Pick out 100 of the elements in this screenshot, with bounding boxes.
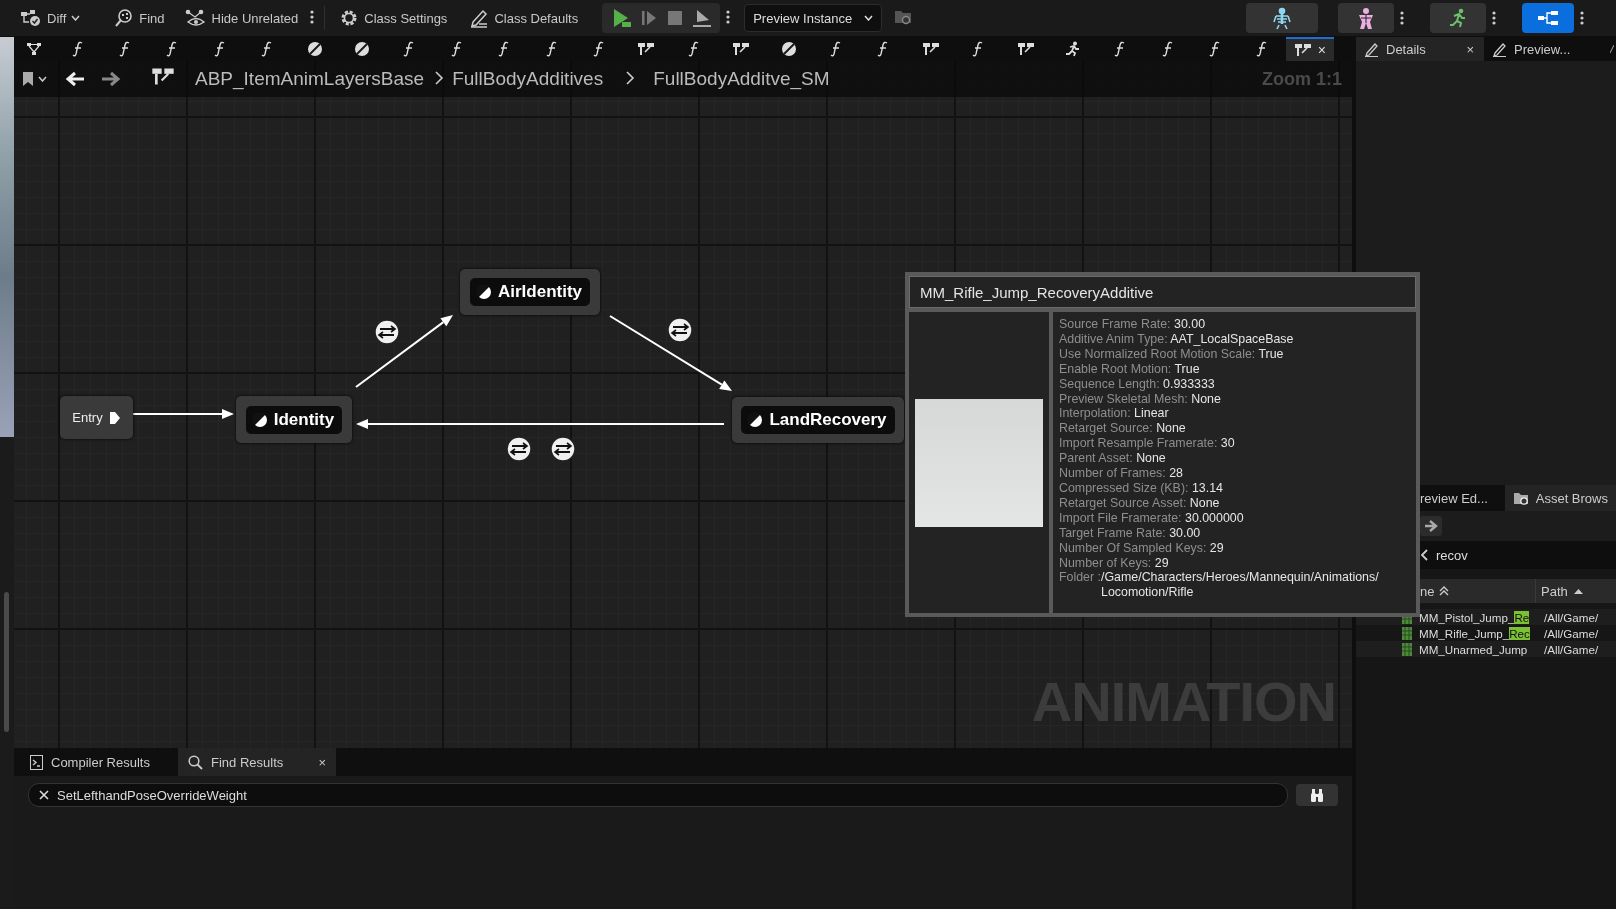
stop-icon[interactable] [666, 9, 685, 27]
state-node[interactable]: LandRecovery [732, 397, 904, 443]
breadcrumb-link[interactable]: FullBodyAdditve_SM [653, 68, 830, 90]
property-line: Retarget Source Asset: None [1059, 495, 1221, 511]
state-node[interactable]: AirIdentity [460, 269, 600, 315]
back-button[interactable] [65, 71, 85, 87]
graph-tab[interactable]: × [1286, 37, 1334, 61]
state-node[interactable]: Identity [236, 396, 352, 443]
more-icon[interactable] [1580, 11, 1584, 25]
property-line: Sequence Length: 0.933333 [1059, 376, 1216, 392]
pencil-icon [1364, 41, 1379, 57]
state-machine-icon [921, 42, 940, 56]
class-settings-button[interactable]: Class Settings [335, 4, 452, 32]
entry-node[interactable]: Entry [60, 396, 133, 439]
transition-icon[interactable] [506, 436, 532, 462]
function-icon [498, 41, 511, 57]
column-header[interactable]: Path [1541, 583, 1568, 599]
folder-search-icon [1512, 490, 1529, 506]
class-defaults-button[interactable]: Class Defaults [465, 4, 583, 32]
function-icon [261, 41, 274, 57]
function-icon [213, 41, 226, 57]
panel-tab[interactable]: Preview... [1484, 37, 1581, 61]
more-icon[interactable] [1400, 11, 1404, 25]
function-icon [1209, 41, 1222, 57]
caret-icon [38, 76, 47, 82]
chevron-icon [625, 71, 636, 85]
close-icon[interactable]: × [1317, 42, 1326, 58]
animation-file-icon [1402, 626, 1412, 640]
hide-unrelated-button[interactable]: Hide Unrelated [180, 4, 303, 32]
skeleton-icon [1272, 7, 1292, 29]
running-figure-icon [1448, 8, 1468, 28]
state-machine-icon [1293, 43, 1312, 57]
skeleton-mode-button[interactable] [1246, 3, 1318, 33]
function-icon [545, 41, 558, 57]
chevron-left-icon[interactable] [1420, 549, 1428, 561]
function-icon [877, 41, 890, 57]
close-icon[interactable]: × [318, 754, 326, 770]
find-field[interactable]: SetLefthandPoseOverrideWeight [28, 783, 1288, 807]
eye-nodes-icon [184, 9, 207, 27]
table-cell[interactable]: MM_Rifle_Jump_Rec [1419, 626, 1530, 640]
eject-icon[interactable] [692, 8, 713, 28]
panel-tab[interactable]: Details × [1356, 37, 1484, 61]
more-icon[interactable] [310, 9, 315, 24]
property-line: Number of Frames: 28 [1059, 466, 1184, 481]
breadcrumb-link[interactable]: FullBodyAdditives [452, 68, 604, 90]
function-icon [687, 41, 700, 57]
tooltip-title: MM_Rifle_Jump_RecoveryAdditive [909, 276, 1416, 308]
function-icon [829, 41, 842, 57]
panel-tab[interactable]: Asset Brows [1504, 485, 1616, 511]
forward-arrow-icon [1424, 520, 1438, 532]
more-icon[interactable] [1492, 11, 1496, 25]
forward-button[interactable] [1420, 516, 1442, 536]
transition-icon[interactable] [374, 319, 400, 345]
search-field[interactable]: recov [1436, 547, 1468, 563]
function-icon [593, 41, 605, 57]
property-line: Enable Root Motion: True [1059, 361, 1201, 377]
table-cell[interactable]: MM_Unarmed_Jump [1419, 642, 1528, 656]
state-icon [747, 412, 764, 428]
transition-icon[interactable] [550, 436, 576, 462]
pencil-icon [1492, 41, 1507, 57]
panel-tab[interactable]: review Ed... [1416, 485, 1505, 511]
preview-instance-dropdown[interactable]: Preview Instance [744, 4, 883, 32]
state-icon [354, 41, 371, 57]
property-line: Source Frame Rate: 30.00 [1059, 317, 1207, 332]
property-line: Target Frame Rate: 30.00 [1059, 525, 1202, 541]
bookmark-button[interactable] [22, 71, 47, 87]
more-icon[interactable] [726, 9, 731, 24]
node-graph-icon [26, 42, 42, 56]
breadcrumb-link[interactable]: ABP_ItemAnimLayersBase [195, 68, 425, 90]
column-header[interactable]: ne [1420, 583, 1435, 599]
pencil-icon [469, 8, 490, 28]
panel-tab[interactable]: Compiler Results [20, 748, 178, 776]
state-machine-icon [732, 42, 751, 56]
animation-mode-button[interactable] [1430, 3, 1486, 33]
mesh-mode-button[interactable] [1338, 3, 1394, 33]
property-line: Use Normalized Root Motion Scale: True [1059, 346, 1285, 362]
sort-up-icon [1573, 588, 1583, 594]
forward-button[interactable] [101, 71, 121, 87]
diff-button[interactable]: Diff [16, 4, 85, 32]
state-machine-icon [151, 67, 175, 86]
table-cell: /All/Game/ [1544, 610, 1599, 624]
transition-icon[interactable] [667, 317, 693, 343]
property-line: Parent Asset: None [1059, 451, 1167, 467]
table-cell: /All/Game/ [1544, 642, 1599, 656]
blueprint-mode-button[interactable] [1522, 3, 1574, 33]
state-title: Identity [245, 405, 343, 434]
function-icon [1161, 41, 1174, 57]
find-button[interactable]: Find [110, 4, 169, 32]
diff-icon [20, 9, 42, 27]
function-icon [71, 41, 84, 57]
property-line: Additive Anim Type: AAT_LocalSpaceBase [1059, 331, 1295, 347]
clear-icon[interactable] [39, 790, 49, 800]
panel-tab[interactable]: Find Results × [178, 748, 336, 776]
mesh-figure-icon [1356, 7, 1376, 29]
search-icon [114, 8, 135, 28]
close-icon[interactable]: × [1466, 41, 1474, 57]
binoculars-button[interactable] [1296, 784, 1338, 806]
state-title: AirIdentity [469, 278, 591, 306]
property-line: Folder :/Game/Characters/Heroes/Mannequin/Animations/Locomotion/Rifle [1059, 570, 1380, 601]
chevron-icon [434, 71, 445, 85]
